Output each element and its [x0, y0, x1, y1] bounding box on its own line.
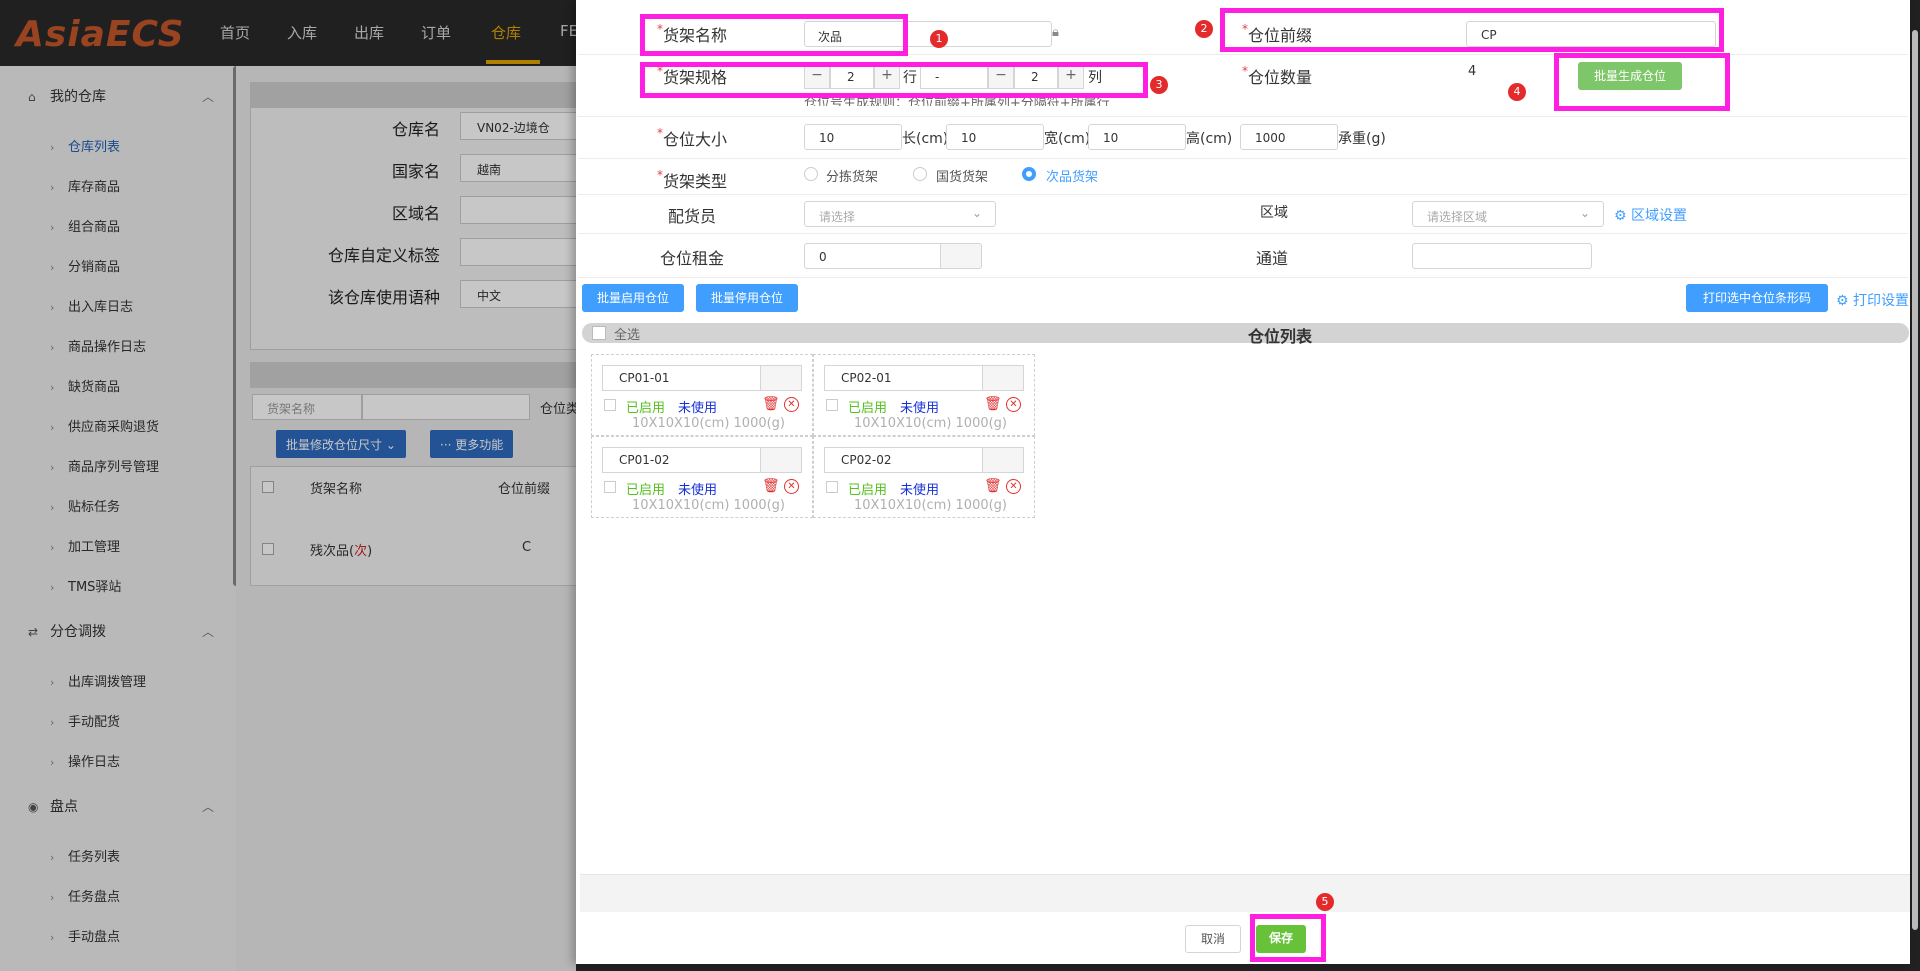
length-unit: 长(cm) — [902, 131, 949, 147]
slot-cell: CP02-01 已启用 未使用 🗑︎ ✕ 10X10X10(cm) 1000(g… — [813, 354, 1035, 436]
type-option-sorting[interactable]: 分拣货架 — [826, 166, 878, 185]
slot-status-unused: 未使用 — [900, 483, 940, 498]
count-value: 4 — [1468, 64, 1477, 79]
slot-code-suffix — [760, 365, 802, 391]
select-all-checkbox[interactable] — [592, 326, 606, 340]
step-badge-4: 4 — [1508, 83, 1526, 101]
slot-code-input[interactable]: CP02-01 — [824, 365, 982, 391]
slot-status-unused: 未使用 — [900, 401, 940, 416]
type-label: *货架类型 — [657, 168, 728, 191]
slot-size: 10X10X10(cm) 1000(g) — [854, 416, 1008, 431]
type-option-domestic[interactable]: 国货货架 — [936, 166, 988, 185]
cancel-button[interactable]: 取消 — [1185, 925, 1241, 953]
slot-cell: CP01-02 已启用 未使用 🗑︎ ✕ 10X10X10(cm) 1000(g… — [591, 436, 813, 518]
close-circle-icon[interactable]: ✕ — [1006, 479, 1021, 494]
step-badge-1: 1 — [930, 30, 948, 48]
slot-code-input[interactable]: CP02-02 — [824, 447, 982, 473]
slot-size: 10X10X10(cm) 1000(g) — [632, 416, 786, 431]
highlight-spec — [640, 62, 1148, 98]
height-unit: 高(cm) — [1186, 131, 1233, 147]
lock-icon[interactable]: 🔒︎ — [1052, 25, 1059, 40]
type-radio-defective[interactable] — [1022, 167, 1036, 181]
rent-label: 仓位租金 — [660, 249, 725, 268]
step-badge-2: 2 — [1195, 20, 1213, 38]
rent-suffix — [940, 243, 982, 269]
print-barcode-button[interactable]: 打印选中仓位条形码 — [1686, 284, 1828, 312]
divider — [578, 116, 1908, 117]
step-badge-3: 3 — [1150, 76, 1168, 94]
slot-status-unused: 未使用 — [678, 401, 718, 416]
drawer-footer-band — [580, 874, 1910, 912]
area-settings-link[interactable]: ⚙ 区域设置 — [1614, 205, 1687, 225]
gear-icon: ⚙ — [1614, 208, 1627, 224]
divider — [578, 233, 1908, 234]
slot-status-enabled: 已启用 — [848, 401, 888, 416]
divider — [578, 277, 1908, 278]
weight-input[interactable]: 1000 — [1240, 124, 1338, 150]
picker-select[interactable]: 请选择 — [804, 201, 996, 227]
divider — [578, 194, 1908, 195]
trash-icon[interactable]: 🗑︎ — [984, 478, 1002, 494]
width-unit: 宽(cm) — [1044, 131, 1091, 147]
area-label: 区域 — [1260, 205, 1288, 221]
weight-unit: 承重(g) — [1338, 131, 1386, 147]
size-label: *仓位大小 — [657, 126, 728, 149]
slot-checkbox[interactable] — [826, 481, 838, 493]
slot-size: 10X10X10(cm) 1000(g) — [854, 498, 1008, 513]
slot-checkbox[interactable] — [604, 399, 616, 411]
batch-disable-button[interactable]: 批量停用仓位 — [696, 284, 798, 312]
gear-icon: ⚙ — [1836, 293, 1849, 309]
slot-status-enabled: 已启用 — [626, 483, 666, 498]
channel-label: 通道 — [1256, 249, 1289, 268]
select-all-label[interactable]: 全选 — [614, 324, 640, 343]
count-label: *仓位数量 — [1242, 64, 1313, 87]
highlight-prefix — [1220, 8, 1724, 52]
divider — [578, 158, 1908, 159]
slot-code-suffix — [760, 447, 802, 473]
length-input[interactable]: 10 — [804, 124, 902, 150]
step-badge-5: 5 — [1316, 893, 1334, 911]
slot-cell: CP02-02 已启用 未使用 🗑︎ ✕ 10X10X10(cm) 1000(g… — [813, 436, 1035, 518]
highlight-shelf-name — [640, 14, 908, 56]
trash-icon[interactable]: 🗑︎ — [762, 396, 780, 412]
print-settings-link[interactable]: ⚙ 打印设置 — [1836, 290, 1909, 310]
height-input[interactable]: 10 — [1088, 124, 1186, 150]
slot-list-title: 仓位列表 — [1248, 327, 1313, 346]
trash-icon[interactable]: 🗑︎ — [984, 396, 1002, 412]
slot-checkbox[interactable] — [826, 399, 838, 411]
slot-status-enabled: 已启用 — [848, 483, 888, 498]
highlight-save — [1250, 914, 1326, 962]
width-input[interactable]: 10 — [946, 124, 1044, 150]
batch-enable-button[interactable]: 批量启用仓位 — [582, 284, 684, 312]
slot-checkbox[interactable] — [604, 481, 616, 493]
picker-label: 配货员 — [668, 207, 717, 226]
slot-code-input[interactable]: CP01-01 — [602, 365, 760, 391]
slot-list-header — [582, 323, 1909, 343]
slot-size: 10X10X10(cm) 1000(g) — [632, 498, 786, 513]
slot-code-suffix — [982, 447, 1024, 473]
close-circle-icon[interactable]: ✕ — [784, 479, 799, 494]
app-root: AsiaECS 首页 入库 出库 订单 仓库 FE ⌂ 我的仓库 ︿ › 仓库列表 … — [0, 0, 1920, 971]
chevron-down-icon: ⌄ — [1580, 206, 1591, 220]
type-radio-domestic[interactable] — [913, 167, 927, 181]
drawer-scrollbar[interactable] — [1912, 30, 1918, 930]
slot-code-suffix — [982, 365, 1024, 391]
type-option-defective[interactable]: 次品货架 — [1046, 166, 1098, 185]
chevron-down-icon: ⌄ — [972, 206, 983, 220]
slot-cell: CP01-01 已启用 未使用 🗑︎ ✕ 10X10X10(cm) 1000(g… — [591, 354, 813, 436]
slot-status-unused: 未使用 — [678, 483, 718, 498]
close-circle-icon[interactable]: ✕ — [784, 397, 799, 412]
close-circle-icon[interactable]: ✕ — [1006, 397, 1021, 412]
highlight-generate — [1554, 53, 1730, 111]
trash-icon[interactable]: 🗑︎ — [762, 478, 780, 494]
area-select[interactable]: 请选择区域 — [1412, 201, 1604, 227]
channel-input[interactable] — [1412, 243, 1592, 269]
type-radio-sorting[interactable] — [804, 167, 818, 181]
rent-input[interactable]: 0 — [804, 243, 942, 269]
slot-status-enabled: 已启用 — [626, 401, 666, 416]
slot-code-input[interactable]: CP01-02 — [602, 447, 760, 473]
